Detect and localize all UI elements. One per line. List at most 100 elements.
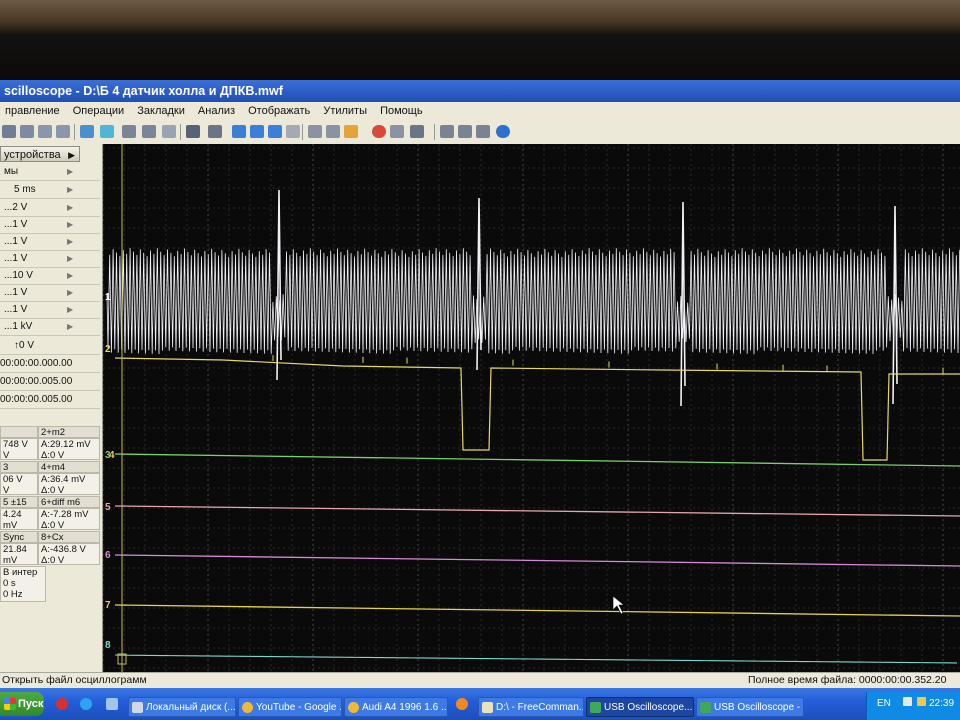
channel-range-row[interactable]: ...1 V ▶ [0, 251, 100, 268]
opera-icon[interactable] [56, 698, 68, 710]
section-label: мы [4, 166, 19, 177]
channel-range-row[interactable]: ...1 V ▶ [0, 302, 100, 319]
open-icon[interactable] [2, 125, 16, 138]
print-icon[interactable] [440, 125, 454, 138]
menu-help[interactable]: Помощь [375, 102, 428, 120]
menu-utilities[interactable]: Утилиты [318, 102, 372, 120]
interval-label: B интер [3, 567, 38, 578]
folder-icon[interactable] [344, 125, 358, 138]
network-icon[interactable] [903, 697, 912, 706]
taskbar-button-oscilloscope[interactable]: USB Oscilloscope - ... [696, 697, 804, 717]
desktop-icon[interactable] [106, 698, 118, 710]
settings-icon[interactable] [390, 125, 404, 138]
section-row[interactable]: мы ▶ [0, 164, 100, 181]
trigger-level: ↑0 V [14, 340, 35, 351]
grid-icon[interactable] [208, 125, 222, 138]
expand-icon: ▶ [67, 271, 74, 280]
time-value: 00:00:00.000.00 [0, 358, 73, 369]
taskbar-button-youtube[interactable]: YouTube - Google ... [238, 697, 342, 717]
measure-cell: 06 V V [0, 473, 38, 495]
taskbar-button-disk[interactable]: Локальный диск (... [128, 697, 236, 717]
channel-marker-8[interactable]: 8 [105, 640, 111, 651]
zoom-icon[interactable] [100, 125, 114, 138]
menu-analysis[interactable]: Анализ [193, 102, 240, 120]
check-marked-icon[interactable] [268, 125, 282, 138]
scale-icon[interactable] [142, 125, 156, 138]
channel-marker-7[interactable]: 7 [105, 600, 111, 611]
channel-range-row[interactable]: ...1 V ▶ [0, 217, 100, 234]
display-icon[interactable] [186, 125, 200, 138]
device-button[interactable]: устройства ▶ [0, 146, 80, 162]
channel-marker-4[interactable]: 4 [109, 450, 115, 461]
undo-icon[interactable] [162, 125, 176, 138]
expand-icon: ▶ [67, 322, 74, 331]
time-row: 00:00:00.005.00 [0, 374, 100, 391]
save-icon[interactable] [20, 125, 34, 138]
record-icon[interactable] [372, 125, 386, 138]
freecommander-icon [482, 702, 493, 713]
menu-control[interactable]: правление [0, 102, 65, 120]
channel-marker-6[interactable]: 6 [105, 550, 111, 561]
channel-range-row[interactable]: ...1 kV ▶ [0, 319, 100, 336]
expand-icon: ▶ [67, 237, 74, 246]
window-icon[interactable] [476, 125, 490, 138]
clock[interactable]: 22:39 [929, 698, 954, 709]
language-indicator[interactable]: EN [877, 698, 891, 709]
measure-header: 3 [0, 461, 38, 473]
measure-value: 748 V [3, 439, 28, 450]
channel-marker-2[interactable]: 2 [105, 344, 111, 355]
channel-range-row[interactable]: ...1 V ▶ [0, 234, 100, 251]
check-icon[interactable] [232, 125, 246, 138]
menu-operations[interactable]: Операции [68, 102, 129, 120]
measure-delta: V [3, 450, 10, 460]
taskbar-label: USB Oscilloscope... [604, 702, 693, 713]
windows-logo-icon [4, 698, 16, 710]
channel-range: ...1 V [4, 219, 28, 230]
measure-icon[interactable] [122, 125, 136, 138]
cursor-icon[interactable] [80, 125, 94, 138]
channel-marker-5[interactable]: 5 [105, 502, 111, 513]
measure-delta: V [3, 485, 10, 495]
skype-icon[interactable] [80, 698, 92, 710]
measure-header: Sync [0, 531, 38, 543]
time-value: 00:00:00.005.00 [0, 394, 73, 405]
measure-header: 5 ±15 [0, 496, 38, 508]
oscilloscope-screen[interactable]: 1 2 3 4 5 6 7 8 [103, 144, 960, 672]
taskbar-button-audi[interactable]: Audi A4 1996 1.6 ... [344, 697, 448, 717]
menu-bookmarks[interactable]: Закладки [132, 102, 190, 120]
check-all-icon[interactable] [250, 125, 264, 138]
status-left: Открыть файл осциллограмм [2, 674, 147, 686]
taskbar-button-freecommander[interactable]: D:\ - FreeComman... [478, 697, 584, 717]
report-icon[interactable] [458, 125, 472, 138]
measure-value: A:-7.28 mV [41, 509, 89, 520]
channel-range-row[interactable]: ...10 V ▶ [0, 268, 100, 285]
measure-header: 8+Cx [38, 531, 100, 543]
export-icon[interactable] [326, 125, 340, 138]
volume-icon[interactable] [917, 697, 926, 706]
paste-icon[interactable] [56, 125, 70, 138]
taskbar-button-oscilloscope-active[interactable]: USB Oscilloscope... [586, 697, 694, 717]
page-icon[interactable] [286, 125, 300, 138]
table-icon[interactable] [308, 125, 322, 138]
channel-range-row[interactable]: ...2 V ▶ [0, 200, 100, 217]
channel-marker-1[interactable]: 1 [105, 292, 111, 303]
measure-cell: 21.84 mV V [0, 543, 38, 565]
start-button[interactable]: Пуск [0, 692, 44, 716]
expand-icon: ▶ [67, 254, 74, 263]
chrome-icon [242, 702, 253, 713]
menu-view[interactable]: Отображать [243, 102, 315, 120]
time-value: 00:00:00.005.00 [0, 376, 73, 387]
measure-header: 4+m4 [38, 461, 100, 473]
vlc-icon[interactable] [456, 698, 468, 710]
channel-range-row[interactable]: ...1 V ▶ [0, 285, 100, 302]
menu-bar: правление Операции Закладки Анализ Отобр… [0, 102, 960, 120]
system-tray: EN 22:39 [866, 692, 960, 720]
trigger-row[interactable]: ↑0 V [0, 338, 100, 355]
copy-icon[interactable] [38, 125, 52, 138]
expand-icon: ▶ [67, 288, 74, 297]
measure-value: 21.84 mV [3, 544, 27, 565]
window-titlebar[interactable]: scilloscope - D:\Б 4 датчик холла и ДПКВ… [0, 80, 960, 102]
help-icon[interactable] [496, 125, 510, 138]
channels-icon[interactable] [410, 125, 424, 138]
timebase-row[interactable]: 5 ms ▶ [0, 182, 100, 199]
